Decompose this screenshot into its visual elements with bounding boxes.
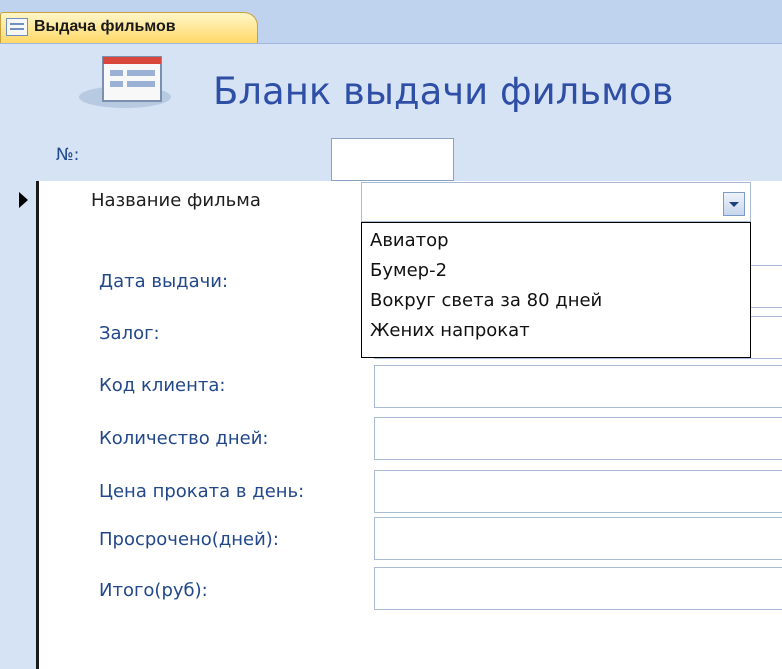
dropdown-arrow-icon[interactable]	[723, 192, 745, 216]
number-field[interactable]	[331, 138, 454, 181]
overdue-days-field[interactable]	[374, 517, 782, 560]
dropdown-option[interactable]: Авиатор	[362, 226, 750, 256]
form-icon	[6, 18, 28, 36]
form-header: Бланк выдачи фильмов №:	[0, 44, 782, 181]
deposit-label: Залог:	[99, 323, 160, 344]
document-tab-bar: Выдача фильмов	[0, 0, 782, 44]
total-field[interactable]	[374, 567, 782, 610]
tab-vydacha-filmov[interactable]: Выдача фильмов	[0, 12, 258, 43]
daily-price-label: Цена проката в день:	[99, 481, 305, 502]
film-name-combobox[interactable]	[361, 182, 751, 222]
film-dropdown-list: Авиатор Бумер-2 Вокруг света за 80 дней …	[361, 222, 751, 358]
days-count-field[interactable]	[374, 417, 782, 460]
issue-date-label: Дата выдачи:	[99, 271, 229, 292]
film-name-label: Название фильма	[91, 190, 261, 211]
dropdown-option[interactable]: Вокруг света за 80 дней	[362, 286, 750, 316]
record-selector[interactable]	[0, 181, 39, 669]
dropdown-option[interactable]: Бумер-2	[362, 256, 750, 286]
form-title: Бланк выдачи фильмов	[213, 70, 674, 113]
daily-price-field[interactable]	[374, 470, 782, 513]
client-code-label: Код клиента:	[99, 375, 226, 396]
client-code-field[interactable]	[374, 365, 782, 408]
days-count-label: Количество дней:	[99, 428, 269, 449]
form-header-icon	[79, 56, 171, 108]
number-label: №:	[56, 145, 80, 165]
overdue-days-label: Просрочено(дней):	[99, 529, 279, 550]
tab-label: Выдача фильмов	[34, 18, 176, 35]
total-label: Итого(руб):	[99, 580, 208, 601]
current-record-arrow-icon	[19, 192, 28, 208]
dropdown-option[interactable]: Жених напрокат	[362, 316, 750, 346]
